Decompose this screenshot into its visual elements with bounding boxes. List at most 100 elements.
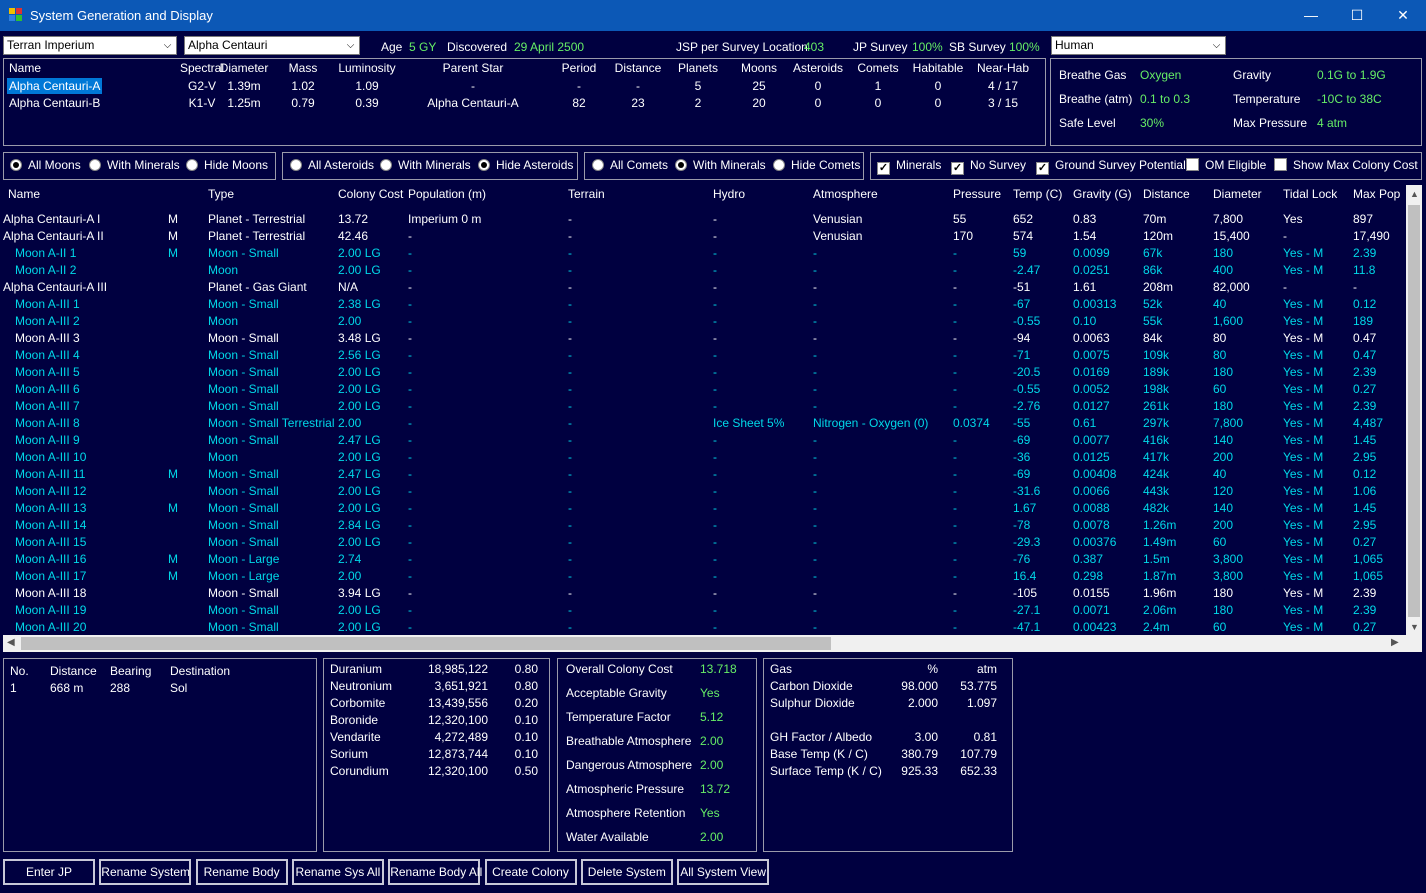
column-header[interactable]: Max Pop (1353, 187, 1400, 201)
column-header[interactable]: Temp (C) (1013, 187, 1062, 201)
table-row[interactable]: Moon A-III 8 Moon - Small Terrestrial 2.00… (3, 416, 1407, 433)
create-colony-button[interactable]: Create Colony (484, 859, 577, 885)
rename-sys-all-button[interactable]: Rename Sys All (291, 859, 384, 885)
body-cost: 2.00 (338, 416, 362, 430)
rename-system-button[interactable]: Rename System (99, 859, 192, 885)
table-row[interactable]: Moon A-III 11 M Moon - Small 2.47 LG - - - - - -6… (3, 467, 1407, 484)
table-row[interactable]: Moon A-III 13 M Moon - Small 2.00 LG - - - - - 1.… (3, 501, 1407, 518)
table-row[interactable]: Moon A-III 16 M Moon - Large 2.74 - - - - - -76 0.… (3, 552, 1407, 569)
star-name[interactable]: Alpha Centauri-B (7, 95, 102, 111)
body-hydro: - (713, 450, 717, 464)
column-header[interactable]: Colony Cost (338, 187, 403, 201)
all-moons-radio[interactable]: All Moons (10, 158, 81, 172)
hide-moons-radio[interactable]: Hide Moons (186, 158, 268, 172)
scroll-right-icon[interactable]: ▶ (1391, 637, 1399, 648)
all-system-view-button[interactable]: All System View (677, 859, 770, 885)
scroll-down-icon[interactable]: ▼ (1410, 622, 1419, 632)
vertical-scrollbar[interactable]: ▲ ▼ (1406, 185, 1422, 637)
star-name[interactable]: Alpha Centauri-A (7, 78, 103, 94)
enter-jp-button[interactable]: Enter JP (3, 859, 95, 885)
column-header[interactable]: Gravity (G) (1073, 187, 1132, 201)
table-row[interactable]: Moon A-III 9 Moon - Small 2.47 LG - - - - - -69 0… (3, 433, 1407, 450)
all-asteroids-radio[interactable]: All Asteroids (290, 158, 374, 172)
body-hydro: - (713, 382, 717, 396)
breathe-gas-value: Oxygen (1140, 68, 1182, 82)
minerals-checkbox[interactable]: ✓ Minerals (877, 158, 941, 175)
column-header[interactable]: Pressure (953, 187, 1001, 201)
rename-body-all-button[interactable]: Rename Body All (388, 859, 482, 885)
table-row[interactable]: Moon A-II 2 Moon 2.00 LG - - - - - -2.47 0.0251 86… (3, 263, 1407, 280)
comets-with-minerals-radio[interactable]: With Minerals (675, 158, 766, 172)
body-maxpop: 1.45 (1353, 433, 1377, 447)
rename-body-button[interactable]: Rename Body (195, 859, 288, 885)
race-select[interactable]: Terran Imperium ⌵ (3, 36, 177, 55)
scroll-up-icon[interactable]: ▲ (1410, 189, 1419, 199)
column-header[interactable]: Atmosphere (813, 187, 878, 201)
body-maxpop: 2.95 (1353, 518, 1377, 532)
horizontal-scrollbar[interactable]: ◀ ▶ (3, 635, 1406, 652)
table-row[interactable]: Moon A-III 7 Moon - Small 2.00 LG - - - - - -2.7… (3, 399, 1407, 416)
asteroids-with-minerals-radio[interactable]: With Minerals (380, 158, 471, 172)
maximize-button[interactable]: ☐ (1334, 0, 1380, 31)
scroll-thumb[interactable] (21, 637, 831, 650)
table-row[interactable]: Moon A-III 18 Moon - Small 3.94 LG - - - - - -10… (3, 586, 1407, 603)
scroll-thumb[interactable] (1408, 205, 1420, 617)
table-row[interactable]: Moon A-III 12 Moon - Small 2.00 LG - - - - - -31… (3, 484, 1407, 501)
radio-icon (186, 159, 198, 171)
column-header[interactable]: Distance (1143, 187, 1190, 201)
close-button[interactable]: ✕ (1380, 0, 1426, 31)
body-pop: - (408, 297, 412, 311)
colony-factor-label: Water Available (566, 830, 649, 844)
column-header[interactable]: Diameter (1213, 187, 1262, 201)
scroll-left-icon[interactable]: ◀ (7, 637, 15, 648)
jp-cell[interactable]: Sol (170, 681, 187, 695)
column-header[interactable]: Terrain (568, 187, 605, 201)
system-select[interactable]: Alpha Centauri ⌵ (184, 36, 360, 55)
jp-col-header: No. (10, 664, 29, 678)
table-row[interactable]: Moon A-III 6 Moon - Small 2.00 LG - - - - - -0.5… (3, 382, 1407, 399)
table-row[interactable]: Moon A-III 1 Moon - Small 2.38 LG - - - - - -67 0… (3, 297, 1407, 314)
body-terrain: - (568, 620, 572, 634)
table-row[interactable]: Moon A-III 3 Moon - Small 3.48 LG - - - - - -94 0… (3, 331, 1407, 348)
hide-asteroids-radio[interactable]: Hide Asteroids (478, 158, 573, 172)
body-terrain: - (568, 433, 572, 447)
table-row[interactable]: Moon A-III 5 Moon - Small 2.00 LG - - - - - -20.… (3, 365, 1407, 382)
body-type: Moon - Small (208, 365, 279, 379)
column-header[interactable]: Hydro (713, 187, 745, 201)
star-cell: K1-V (188, 96, 216, 110)
minimize-button[interactable]: — (1288, 0, 1334, 31)
ground-survey-checkbox[interactable]: ✓ Ground Survey Potential (1036, 158, 1186, 175)
table-row[interactable]: Moon A-III 19 Moon - Small 2.00 LG - - - - - -27… (3, 603, 1407, 620)
table-row[interactable]: Moon A-III 17 M Moon - Large 2.00 - - - - - 16.4 0… (3, 569, 1407, 586)
column-header[interactable]: Type (208, 187, 234, 201)
table-row[interactable]: Moon A-III 2 Moon 2.00 - - - - - -0.55 0.10 55k 1,6… (3, 314, 1407, 331)
table-row[interactable]: Alpha Centauri-A I M Planet - Terrestrial 1… (3, 212, 1407, 229)
table-row[interactable]: Moon A-III 20 Moon - Small 2.00 LG - - - - - -47… (3, 620, 1407, 635)
no-survey-checkbox[interactable]: ✓ No Survey (951, 158, 1026, 175)
all-comets-radio[interactable]: All Comets (592, 158, 668, 172)
body-cost: 2.00 (338, 569, 362, 583)
body-diam: 40 (1213, 467, 1227, 481)
table-row[interactable]: Moon A-III 4 Moon - Small 2.56 LG - - - - - -71 0… (3, 348, 1407, 365)
om-eligible-checkbox[interactable]: OM Eligible (1186, 158, 1266, 172)
moons-with-minerals-radio[interactable]: With Minerals (89, 158, 180, 172)
body-tidal: Yes - M (1283, 246, 1324, 260)
table-row[interactable]: Moon A-III 15 Moon - Small 2.00 LG - - - - - -29… (3, 535, 1407, 552)
column-header[interactable]: Population (m) (408, 187, 486, 201)
column-header[interactable]: Tidal Lock (1283, 187, 1337, 201)
body-name: Alpha Centauri-A II (3, 229, 104, 243)
table-row[interactable]: Moon A-III 10 Moon 2.00 LG - - - - - -36 0.0125 41… (3, 450, 1407, 467)
body-hydro: - (713, 212, 717, 226)
delete-system-button[interactable]: Delete System (580, 859, 673, 885)
body-pressure: - (953, 399, 957, 413)
hide-comets-radio[interactable]: Hide Comets (773, 158, 860, 172)
radio-icon (478, 159, 490, 171)
table-row[interactable]: Moon A-II 1 M Moon - Small 2.00 LG - - - - - 59 0.… (3, 246, 1407, 263)
show-max-colony-cost-checkbox[interactable]: Show Max Colony Cost (1274, 158, 1418, 172)
species-select[interactable]: Human ⌵ (1051, 36, 1226, 55)
table-row[interactable]: Moon A-III 14 Moon - Small 2.84 LG - - - - - -78… (3, 518, 1407, 535)
column-header[interactable]: Name (8, 187, 40, 201)
table-row[interactable]: Alpha Centauri-A III Planet - Gas Giant N/… (3, 280, 1407, 297)
body-terrain: - (568, 229, 572, 243)
table-row[interactable]: Alpha Centauri-A II M Planet - Terrestrial… (3, 229, 1407, 246)
